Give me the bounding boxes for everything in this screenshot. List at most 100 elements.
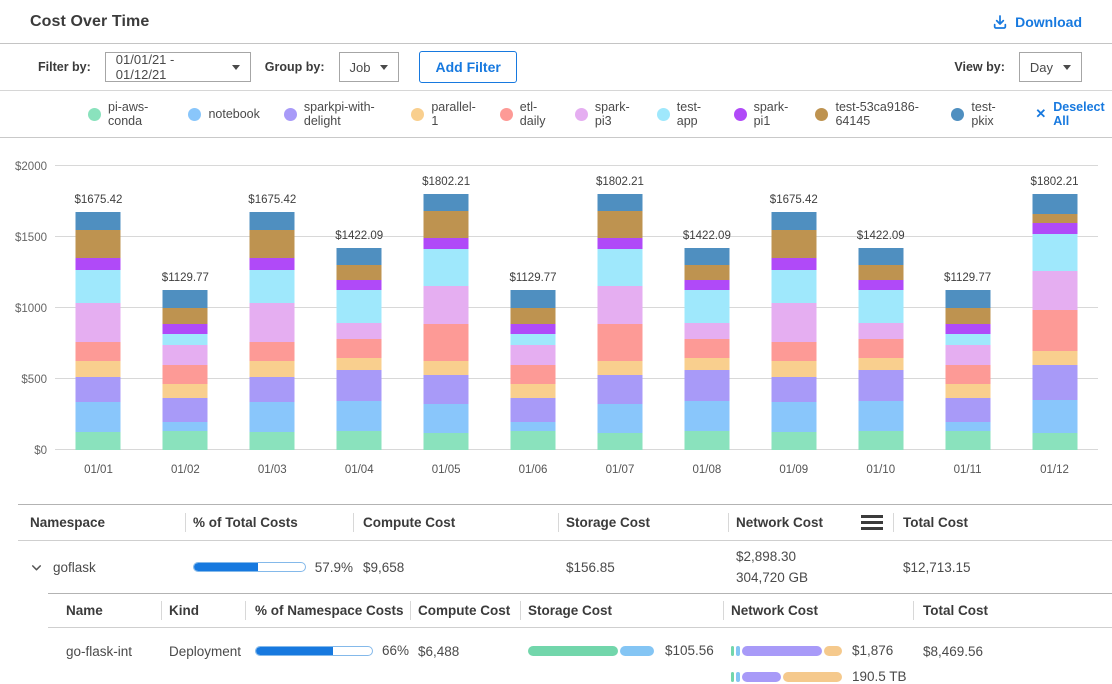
table-row[interactable]: goflask 57.9% $9,658 $156.85 $2,898.30 3… (18, 541, 1112, 593)
bar-segment-pi-aws-conda[interactable] (424, 433, 469, 450)
bar-segment-test-app[interactable] (858, 290, 903, 323)
column-header-network[interactable]: Network Cost (728, 505, 893, 540)
legend-item-test-pkix[interactable]: test-pkix (951, 100, 1005, 128)
bar-segment-test-app[interactable] (511, 334, 556, 345)
legend-item-notebook[interactable]: notebook (188, 107, 259, 121)
bar-segment-etl-daily[interactable] (163, 365, 208, 384)
bar-segment-test-app[interactable] (684, 290, 729, 323)
bar-segment-spark-pi3[interactable] (684, 323, 729, 339)
bar-segment-sparkpi-with-delight[interactable] (945, 398, 990, 422)
stacked-bar-01/07[interactable] (597, 194, 642, 450)
bar-segment-test-pkix[interactable] (163, 290, 208, 308)
bar-segment-spark-pi1[interactable] (250, 258, 295, 270)
bar-segment-etl-daily[interactable] (858, 339, 903, 358)
bar-segment-parallel-1[interactable] (511, 384, 556, 398)
column-header-total[interactable]: Total Cost (893, 505, 1112, 540)
bar-segment-test-pkix[interactable] (858, 248, 903, 265)
bar-segment-spark-pi3[interactable] (511, 345, 556, 365)
legend-item-etl-daily[interactable]: etl-daily (500, 100, 551, 128)
bar-segment-test-app[interactable] (1032, 234, 1077, 271)
bar-segment-etl-daily[interactable] (945, 365, 990, 384)
legend-item-test-app[interactable]: test-app (657, 100, 710, 128)
bar-segment-test-53ca9186-64145[interactable] (597, 211, 642, 238)
bar-segment-pi-aws-conda[interactable] (1032, 433, 1077, 450)
bar-segment-test-pkix[interactable] (1032, 194, 1077, 214)
stacked-bar-01/02[interactable] (163, 290, 208, 450)
legend-item-test-53ca9186-64145[interactable]: test-53ca9186-64145 (815, 100, 927, 128)
bar-segment-test-pkix[interactable] (424, 194, 469, 211)
bar-segment-test-pkix[interactable] (684, 248, 729, 265)
bar-segment-spark-pi1[interactable] (858, 280, 903, 291)
column-header-storage[interactable]: Storage Cost (558, 505, 728, 540)
bar-segment-etl-daily[interactable] (684, 339, 729, 358)
bar-segment-notebook[interactable] (337, 401, 382, 431)
bar-segment-test-pkix[interactable] (337, 248, 382, 265)
bar-segment-pi-aws-conda[interactable] (684, 431, 729, 450)
legend-item-spark-pi3[interactable]: spark-pi3 (575, 100, 633, 128)
column-header-compute[interactable]: Compute Cost (353, 505, 558, 540)
bar-segment-test-53ca9186-64145[interactable] (250, 230, 295, 258)
bar-segment-sparkpi-with-delight[interactable] (858, 370, 903, 401)
column-header-namespace[interactable]: Namespace (18, 505, 185, 540)
bar-segment-sparkpi-with-delight[interactable] (771, 377, 816, 402)
bar-segment-spark-pi1[interactable] (76, 258, 121, 270)
bar-segment-etl-daily[interactable] (597, 324, 642, 361)
deselect-all-button[interactable]: ✕ Deselect All (1035, 100, 1112, 128)
bar-segment-test-app[interactable] (163, 334, 208, 345)
stacked-bar-01/04[interactable] (337, 248, 382, 450)
bar-segment-test-53ca9186-64145[interactable] (1032, 214, 1077, 223)
column-header-network[interactable]: Network Cost (723, 594, 913, 627)
bar-segment-spark-pi1[interactable] (597, 238, 642, 249)
download-button[interactable]: Download (992, 14, 1082, 30)
bar-segment-pi-aws-conda[interactable] (597, 433, 642, 450)
stacked-bar-01/12[interactable] (1032, 194, 1077, 450)
bar-segment-spark-pi3[interactable] (945, 345, 990, 365)
column-header-name[interactable]: Name (48, 594, 161, 627)
bar-segment-test-pkix[interactable] (945, 290, 990, 308)
bar-segment-sparkpi-with-delight[interactable] (1032, 365, 1077, 401)
group-by-select[interactable]: Job (339, 52, 400, 82)
view-by-select[interactable]: Day (1019, 52, 1082, 82)
stacked-bar-01/05[interactable] (424, 194, 469, 450)
stacked-bar-01/11[interactable] (945, 290, 990, 450)
bar-segment-pi-aws-conda[interactable] (858, 431, 903, 450)
bar-segment-notebook[interactable] (250, 402, 295, 433)
bar-segment-pi-aws-conda[interactable] (511, 431, 556, 450)
bar-segment-spark-pi1[interactable] (163, 324, 208, 335)
bar-segment-test-app[interactable] (424, 249, 469, 287)
bar-segment-sparkpi-with-delight[interactable] (163, 398, 208, 422)
bar-segment-spark-pi1[interactable] (771, 258, 816, 270)
bar-segment-test-pkix[interactable] (511, 290, 556, 308)
bar-segment-test-53ca9186-64145[interactable] (511, 308, 556, 324)
bar-segment-sparkpi-with-delight[interactable] (337, 370, 382, 401)
bar-segment-spark-pi3[interactable] (858, 323, 903, 339)
bar-segment-test-53ca9186-64145[interactable] (337, 265, 382, 279)
bar-segment-parallel-1[interactable] (76, 361, 121, 376)
bar-segment-parallel-1[interactable] (163, 384, 208, 398)
legend-item-sparkpi-with-delight[interactable]: sparkpi-with-delight (284, 100, 387, 128)
stacked-bar-01/06[interactable] (511, 290, 556, 450)
bar-segment-spark-pi3[interactable] (597, 286, 642, 324)
bar-segment-test-app[interactable] (597, 249, 642, 287)
bar-segment-spark-pi1[interactable] (684, 280, 729, 291)
bar-segment-pi-aws-conda[interactable] (945, 431, 990, 450)
bar-segment-spark-pi3[interactable] (250, 303, 295, 342)
table-row[interactable]: go-flask-int Deployment 66% $6,488 $105.… (48, 628, 1112, 684)
bar-segment-notebook[interactable] (424, 404, 469, 433)
bar-segment-parallel-1[interactable] (945, 384, 990, 398)
bar-segment-test-53ca9186-64145[interactable] (76, 230, 121, 258)
bar-segment-etl-daily[interactable] (424, 324, 469, 361)
bar-segment-sparkpi-with-delight[interactable] (511, 398, 556, 422)
bar-segment-spark-pi1[interactable] (1032, 223, 1077, 234)
legend-item-pi-aws-conda[interactable]: pi-aws-conda (88, 100, 164, 128)
legend-item-parallel-1[interactable]: parallel-1 (411, 100, 475, 128)
bar-segment-test-app[interactable] (250, 270, 295, 303)
column-header-total[interactable]: Total Cost (913, 594, 1112, 627)
stacked-bar-01/01[interactable] (76, 212, 121, 450)
bar-segment-test-app[interactable] (945, 334, 990, 345)
bar-segment-notebook[interactable] (511, 422, 556, 431)
bar-segment-sparkpi-with-delight[interactable] (76, 377, 121, 402)
bar-segment-test-53ca9186-64145[interactable] (858, 265, 903, 279)
column-header-compute[interactable]: Compute Cost (410, 594, 520, 627)
bar-segment-notebook[interactable] (771, 402, 816, 433)
